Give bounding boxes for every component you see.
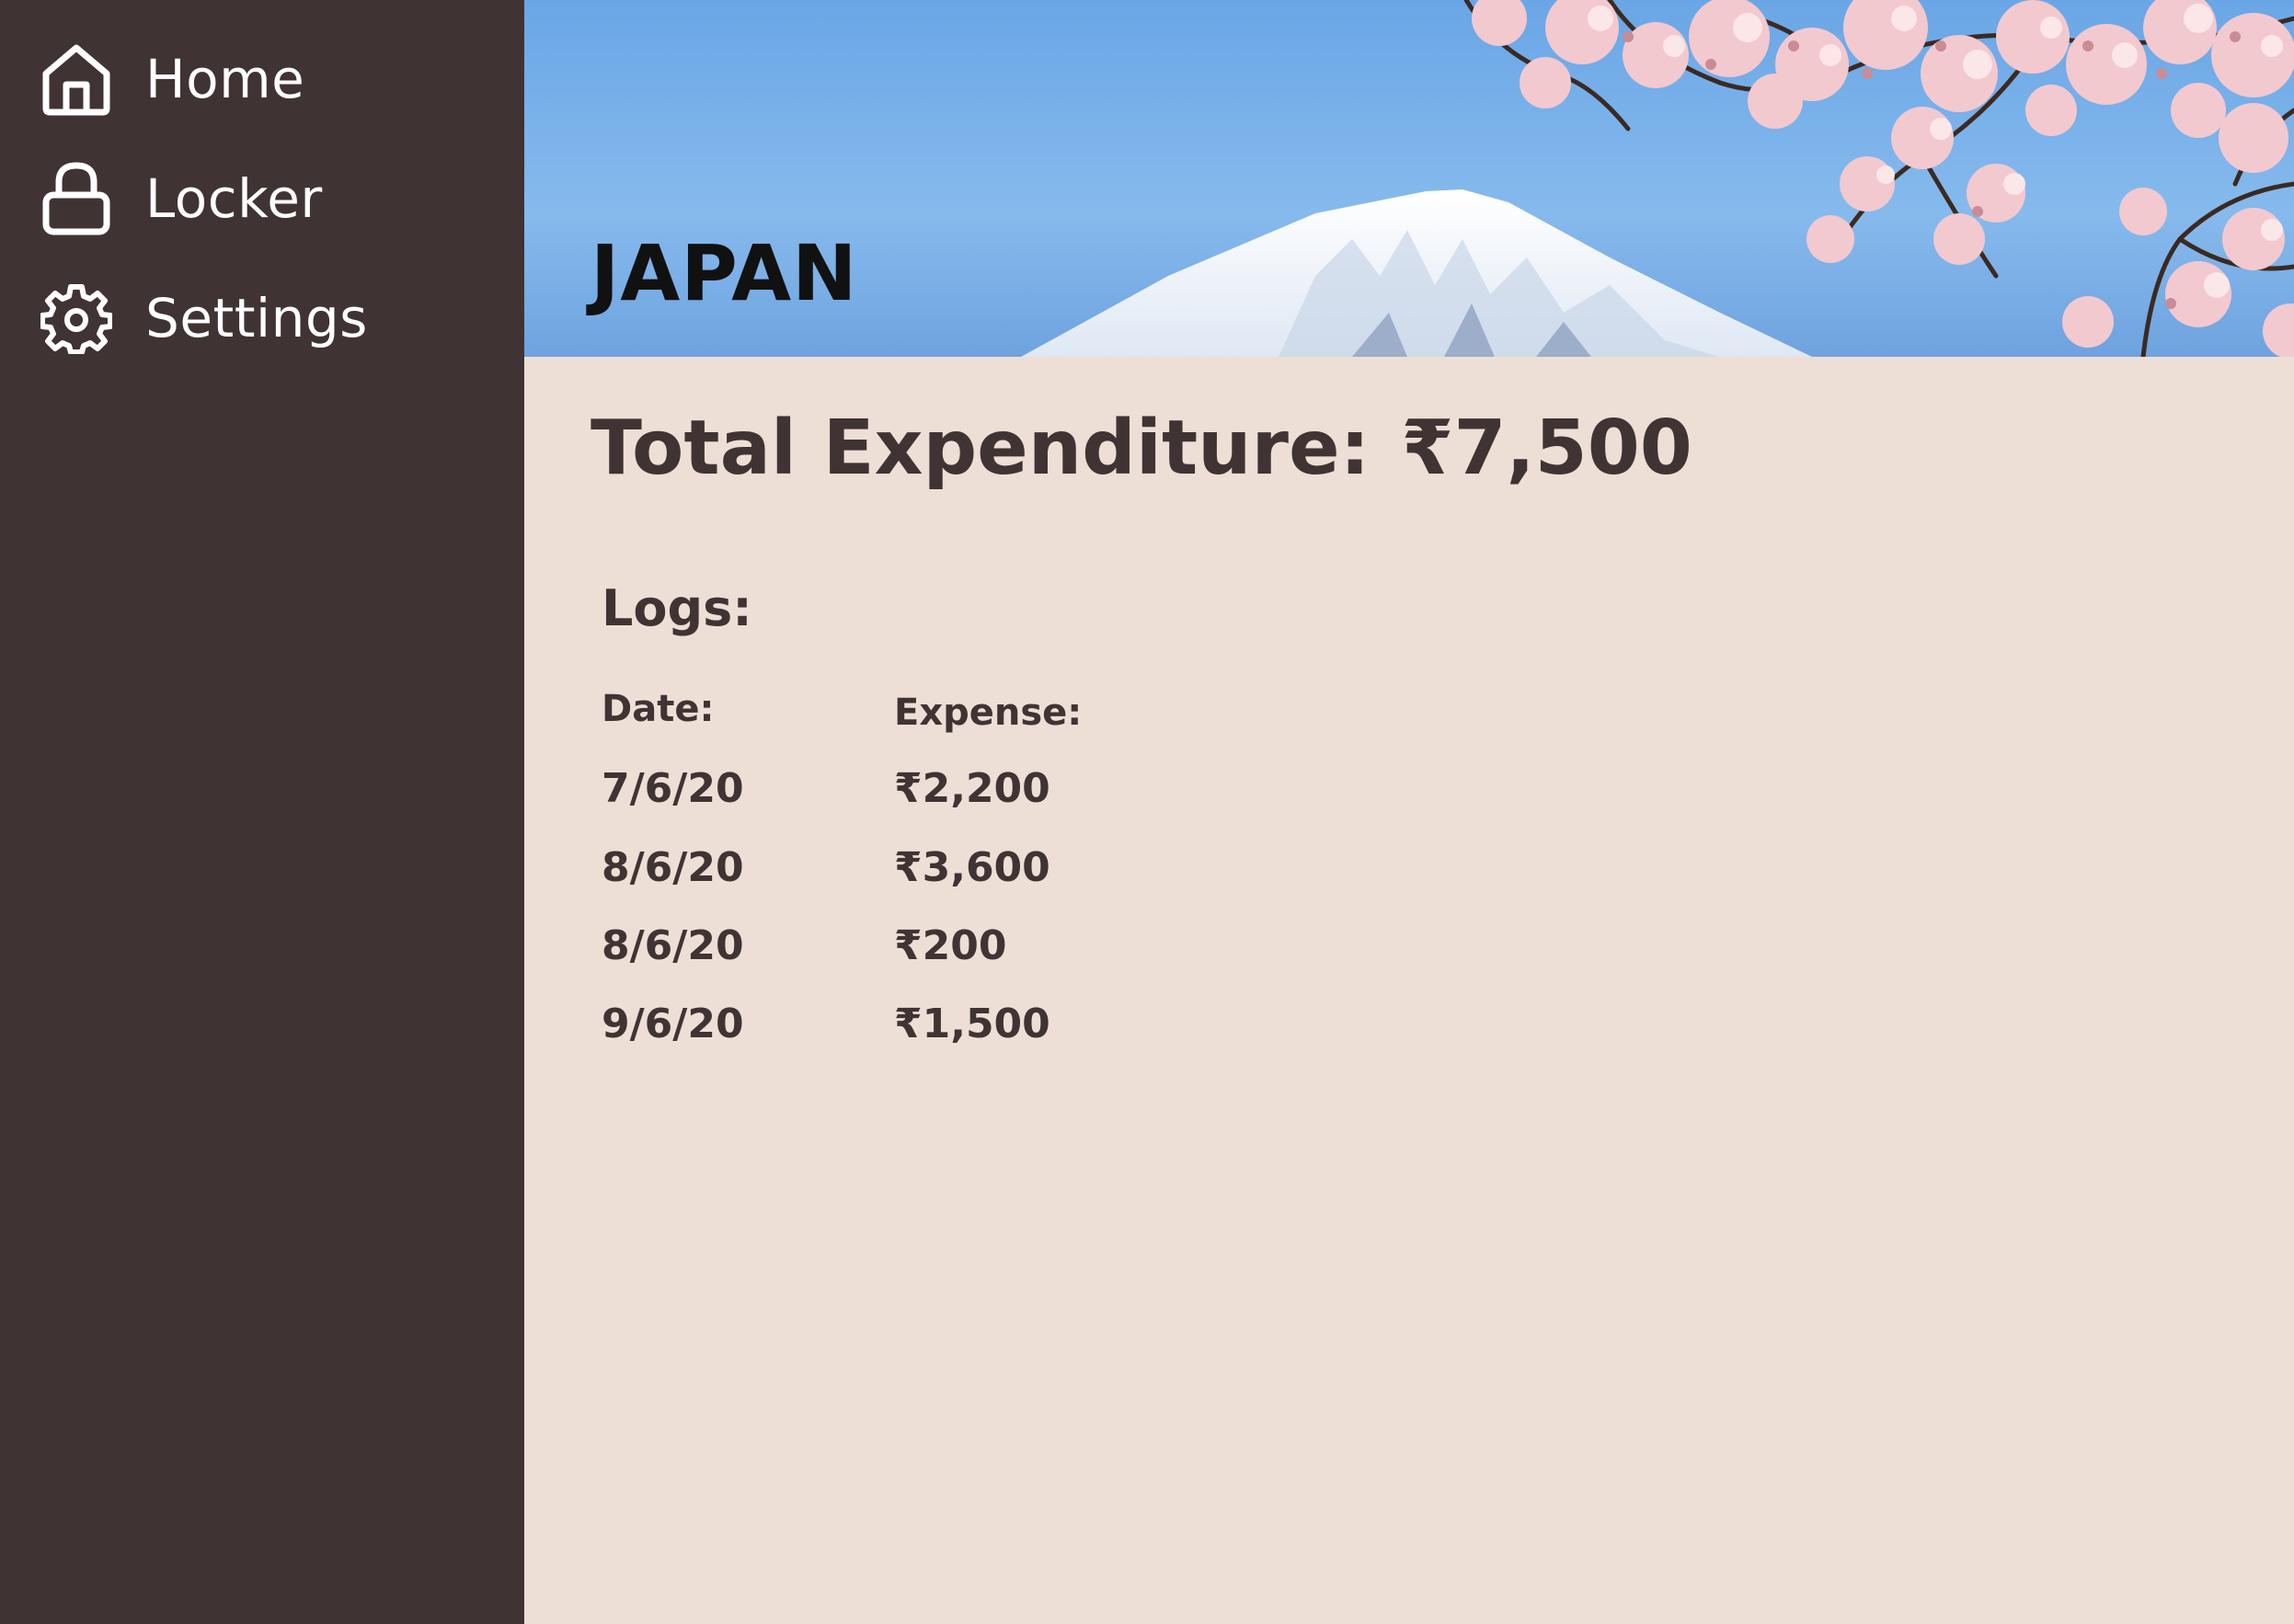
log-expense: ₹3,600 — [894, 844, 1050, 891]
lock-icon — [40, 160, 112, 237]
sidebar-item-locker[interactable]: Locker — [40, 160, 323, 237]
sidebar-item-label: Locker — [145, 167, 323, 230]
home-icon — [40, 40, 112, 118]
log-expense: ₹200 — [894, 922, 1007, 969]
log-date: 7/6/20 — [602, 765, 744, 812]
log-date: 8/6/20 — [602, 844, 744, 891]
log-expense: ₹1,500 — [894, 1001, 1050, 1047]
page-title: JAPAN — [591, 228, 858, 318]
sidebar-item-home[interactable]: Home — [40, 40, 304, 118]
log-date: 8/6/20 — [602, 922, 744, 969]
sidebar-item-label: Settings — [145, 287, 368, 349]
logs-title: Logs: — [602, 579, 752, 637]
sidebar-item-label: Home — [145, 48, 305, 110]
sidebar-item-settings[interactable]: Settings — [40, 280, 368, 357]
total-expenditure-label: Total Expenditure: — [591, 405, 1371, 492]
main-content: Total Expenditure: ₹7,500 Logs: Date: Exp… — [524, 357, 2294, 1624]
sidebar: Home Locker Settings — [0, 0, 524, 1624]
column-header-expense: Expense: — [894, 692, 1083, 734]
log-expense: ₹2,200 — [894, 765, 1050, 812]
total-expenditure-value: ₹7,500 — [1401, 405, 1692, 492]
log-date: 9/6/20 — [602, 1001, 744, 1047]
gear-icon — [40, 280, 112, 357]
total-expenditure: Total Expenditure: ₹7,500 — [591, 405, 1692, 492]
column-header-date: Date: — [602, 688, 715, 730]
hero-banner: JAPAN — [524, 0, 2294, 357]
